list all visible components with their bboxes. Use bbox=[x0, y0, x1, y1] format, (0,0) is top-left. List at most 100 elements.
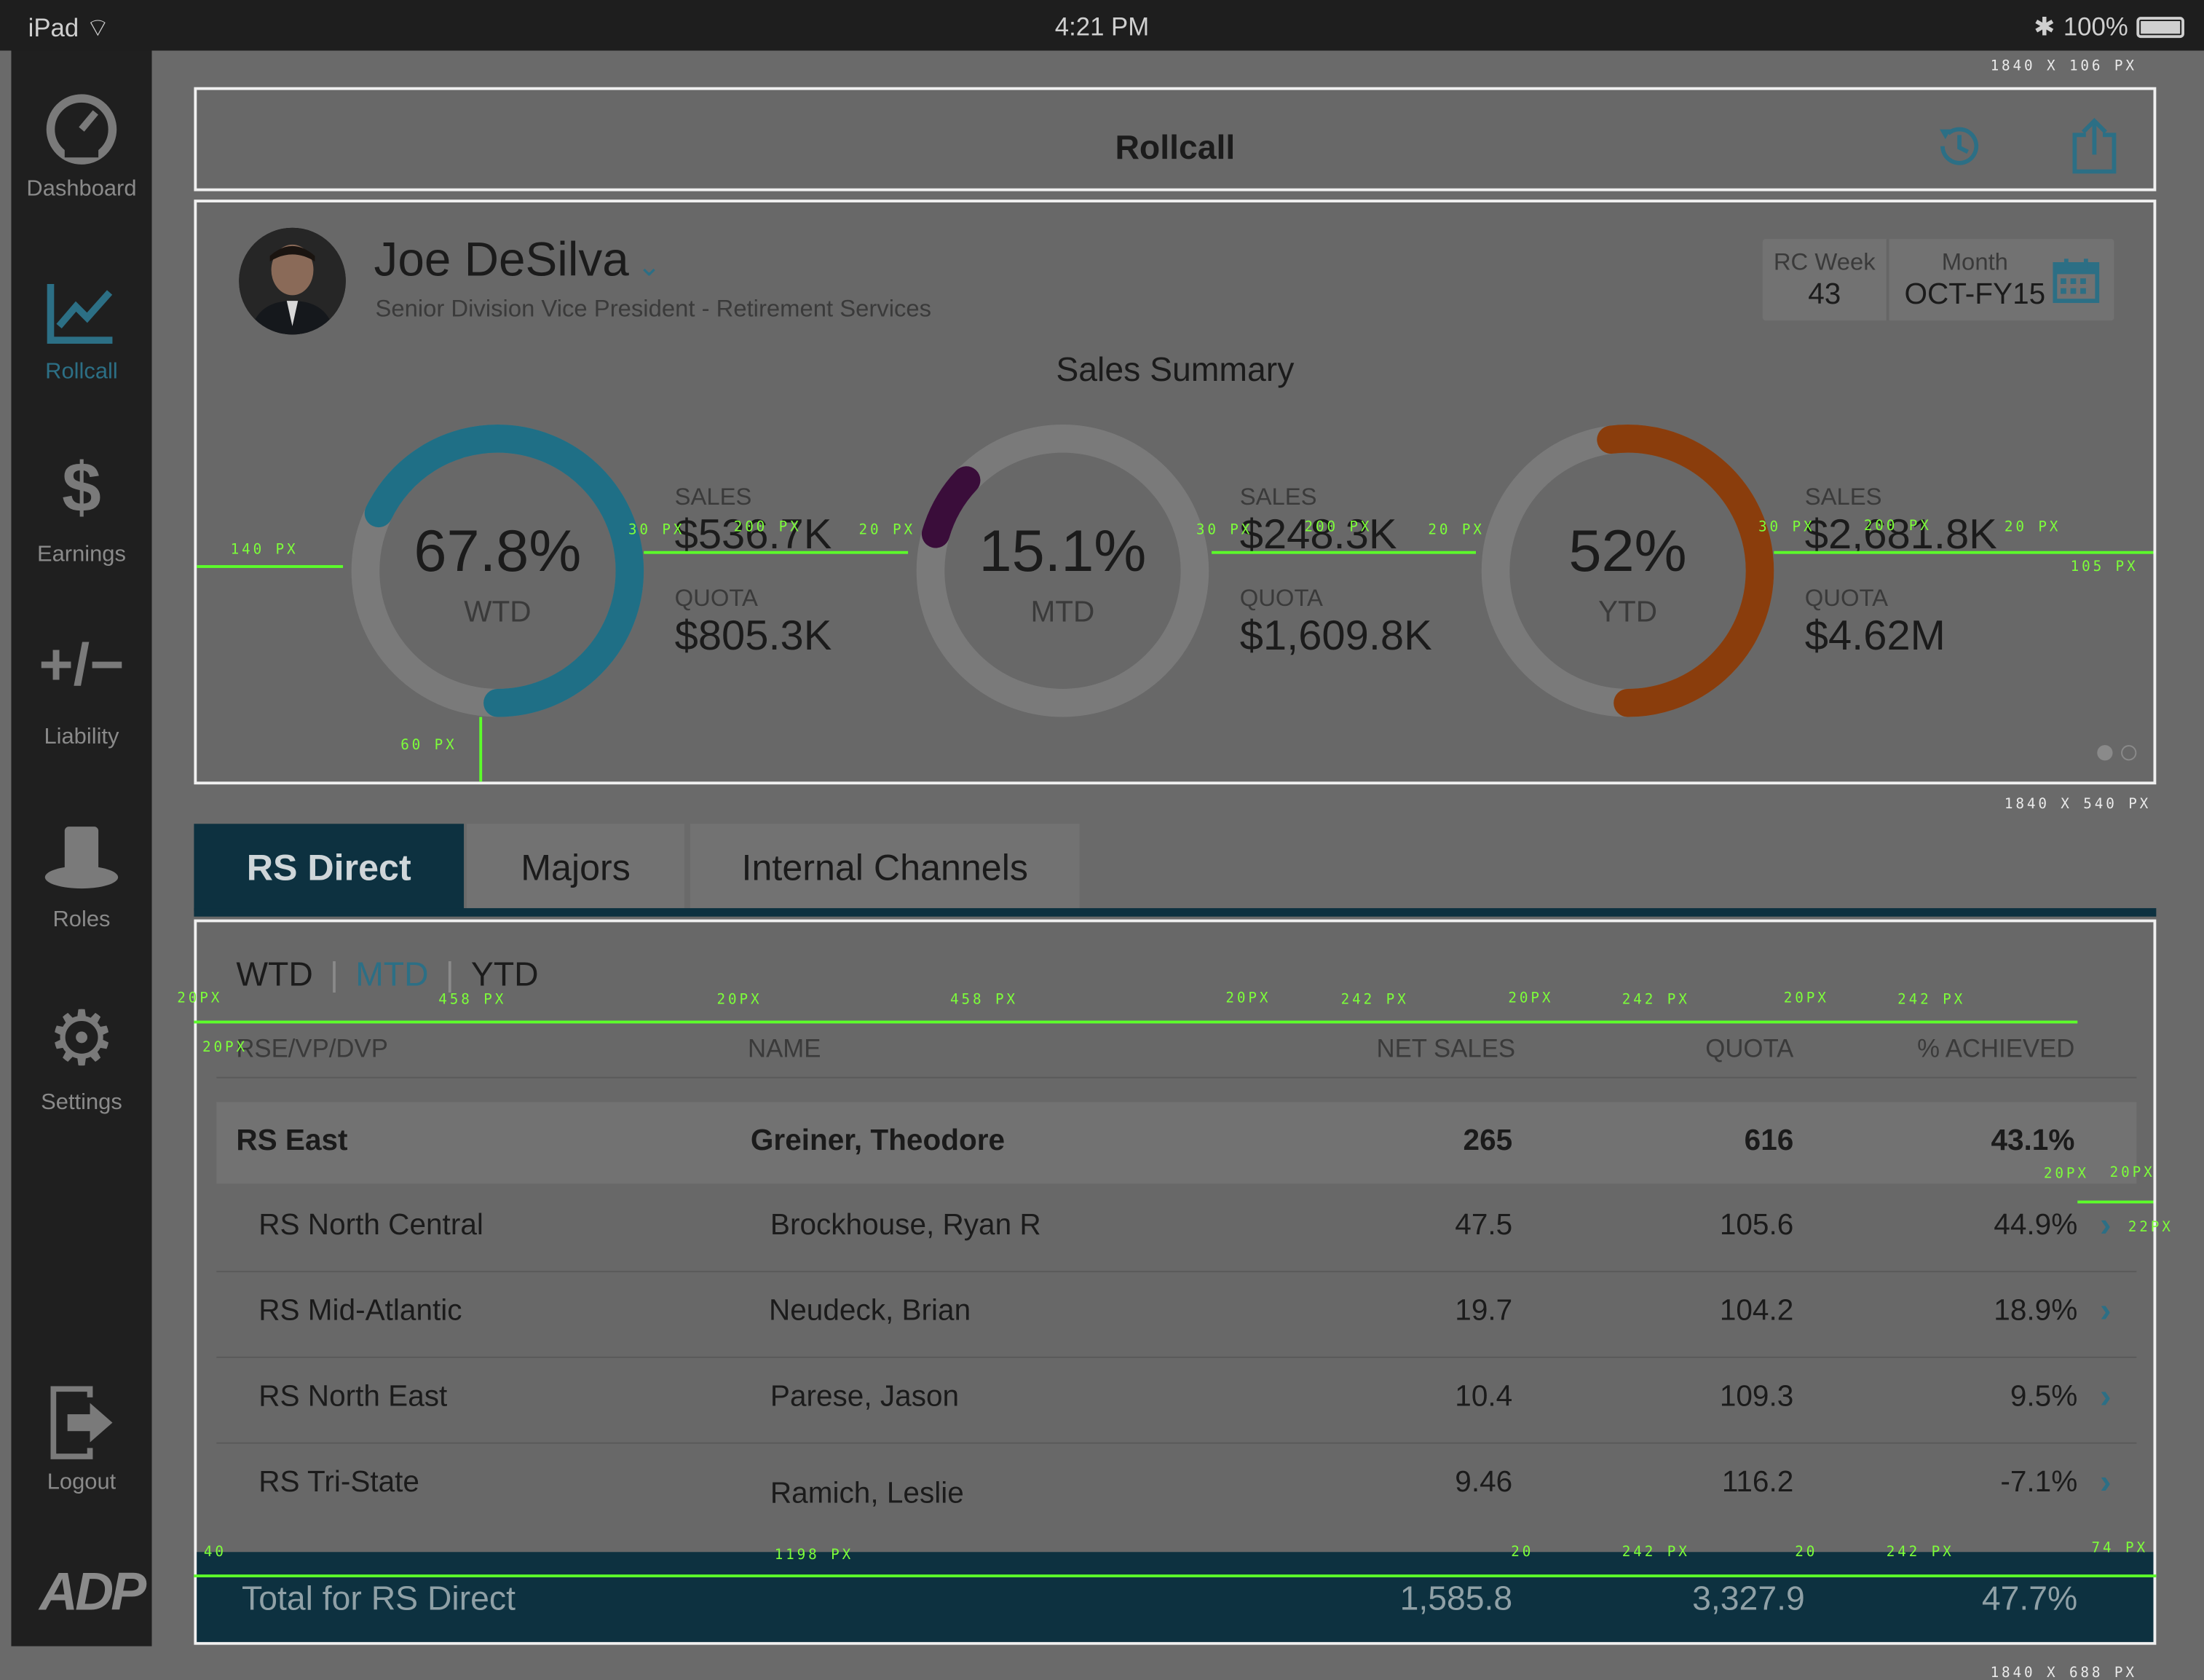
adp-logo: ADP bbox=[39, 1563, 146, 1622]
history-icon[interactable] bbox=[1934, 121, 1984, 171]
table-row[interactable]: RS Tri-State Ramich, Leslie 9.46 116.2 -… bbox=[216, 1444, 2136, 1526]
page-indicator[interactable] bbox=[2089, 742, 2137, 768]
period-mtd[interactable]: MTD bbox=[355, 956, 428, 994]
total-achieved: 47.7% bbox=[1981, 1580, 2078, 1618]
wtd-donut[interactable]: 67.8% WTD bbox=[343, 416, 652, 725]
ytd-donut[interactable]: 52% YTD bbox=[1473, 416, 1782, 725]
wtd-label: WTD bbox=[464, 596, 532, 628]
spec-measure: 1198 PX bbox=[774, 1547, 854, 1563]
spec-guide bbox=[644, 551, 909, 554]
chevron-right-icon[interactable]: › bbox=[2100, 1292, 2111, 1331]
battery-percent: 100% bbox=[2063, 12, 2128, 41]
cell-net-sales: 265 bbox=[1463, 1124, 1513, 1157]
table-row[interactable]: RS East Greiner, Theodore 265 616 43.1% bbox=[216, 1102, 2137, 1184]
spec-measure: 20PX bbox=[2109, 1165, 2155, 1181]
cell-achieved: -7.1% bbox=[2000, 1466, 2078, 1499]
page-title: Rollcall bbox=[1115, 129, 1236, 167]
cell-quota: 116.2 bbox=[1721, 1466, 1794, 1499]
ytd-stats: SALES $2,681.8K QUOTA $4.62M bbox=[1804, 484, 1997, 660]
spec-measure: 60 PX bbox=[400, 738, 457, 754]
spec-measure: 20PX bbox=[2043, 1167, 2089, 1183]
mtd-donut[interactable]: 15.1% MTD bbox=[908, 416, 1217, 725]
period-wtd[interactable]: WTD bbox=[236, 956, 313, 994]
spec-measure: 30 PX bbox=[1196, 523, 1253, 539]
spec-measure: 20 PX bbox=[1428, 523, 1485, 539]
tab-internal-channels[interactable]: Internal Channels bbox=[690, 824, 1080, 911]
cell-net-sales: 9.46 bbox=[1455, 1466, 1513, 1499]
share-icon[interactable] bbox=[2069, 115, 2120, 174]
spec-guide bbox=[1774, 551, 2154, 554]
cell-achieved: 43.1% bbox=[1991, 1124, 2075, 1157]
rc-week: RC Week 43 bbox=[1763, 239, 1889, 321]
spec-measure: 20PX bbox=[1783, 990, 1829, 1007]
mtd-quota: $1,609.8K bbox=[1239, 612, 1432, 660]
col-header-name[interactable]: NAME bbox=[748, 1035, 821, 1065]
clock: 4:21 PM bbox=[1054, 12, 1150, 41]
spec-measure: 242 PX bbox=[1886, 1545, 1954, 1561]
spec-measure: 20PX bbox=[177, 990, 223, 1007]
period-filter: WTD | MTD | YTD bbox=[236, 955, 539, 994]
spec-measure: 20 PX bbox=[858, 523, 915, 539]
nav-item-liability[interactable]: +/− Liability bbox=[11, 635, 151, 751]
col-header-net-sales[interactable]: NET SALES bbox=[1293, 1035, 1515, 1065]
user-title: Senior Division Vice President - Retirem… bbox=[375, 295, 932, 323]
sales-table-panel: WTD | MTD | YTD RSE/VP/DVP NAME NET SALES QU… bbox=[194, 919, 2157, 1645]
spec-measure: 30 PX bbox=[628, 523, 685, 539]
spec-guide bbox=[194, 1020, 2078, 1024]
nav-item-roles[interactable]: Roles bbox=[11, 819, 151, 934]
cell-region: RS North East bbox=[258, 1380, 448, 1413]
tab-rs-direct[interactable]: RS Direct bbox=[194, 824, 465, 911]
spec-measure: 20 PX bbox=[2004, 520, 2061, 536]
dollar-icon: $ bbox=[62, 448, 101, 527]
cell-quota: 104.2 bbox=[1719, 1294, 1794, 1328]
col-header-quota[interactable]: QUOTA bbox=[1603, 1035, 1793, 1065]
cell-region: RS Tri-State bbox=[258, 1466, 420, 1499]
nav-label: Settings bbox=[41, 1091, 122, 1115]
chevron-right-icon[interactable]: › bbox=[2100, 1206, 2111, 1245]
nav-item-dashboard[interactable]: Dashboard bbox=[11, 87, 151, 202]
nav-label: Logout bbox=[47, 1470, 116, 1495]
nav-item-earnings[interactable]: $ Earnings bbox=[11, 453, 151, 568]
cell-quota: 105.6 bbox=[1719, 1209, 1794, 1242]
cell-net-sales: 10.4 bbox=[1455, 1380, 1513, 1413]
calendar-icon[interactable] bbox=[2053, 256, 2101, 304]
period-ytd[interactable]: YTD bbox=[471, 956, 539, 994]
spec-measure: 242 PX bbox=[1622, 992, 1690, 1009]
table-row[interactable]: RS North Central Brockhouse, Ryan R 47.5… bbox=[216, 1186, 2136, 1268]
spec-measure: 22PX bbox=[2128, 1220, 2173, 1236]
nav-item-logout[interactable]: Logout bbox=[11, 1381, 151, 1496]
cell-quota: 109.3 bbox=[1719, 1380, 1794, 1413]
nav-label: Rollcall bbox=[45, 360, 118, 384]
spec-measure: 20PX bbox=[1508, 990, 1554, 1007]
month: Month OCT-FY15 bbox=[1904, 248, 2046, 311]
spec-measure: 242 PX bbox=[1622, 1545, 1690, 1561]
spec-measure: 20PX bbox=[1225, 990, 1271, 1007]
wtd-quota: $805.3K bbox=[674, 612, 832, 660]
cell-achieved: 44.9% bbox=[1994, 1209, 2078, 1242]
chevron-right-icon[interactable]: › bbox=[2100, 1378, 2111, 1417]
spec-measure: 200 PX bbox=[1304, 520, 1372, 536]
table-row[interactable]: RS North East Parese, Jason 10.4 109.3 9… bbox=[216, 1358, 2136, 1440]
nav-item-settings[interactable]: ⚙ Settings bbox=[11, 1001, 151, 1116]
cell-name: Greiner, Theodore bbox=[750, 1124, 1006, 1157]
col-header-achieved[interactable]: % ACHIEVED bbox=[1855, 1035, 2074, 1065]
tab-majors[interactable]: Majors bbox=[466, 824, 685, 911]
speedometer-icon bbox=[46, 94, 117, 165]
nav-label: Dashboard bbox=[26, 177, 137, 202]
table-row[interactable]: RS Mid-Atlantic Neudeck, Brian 19.7 104.… bbox=[216, 1272, 2136, 1354]
nav-rail: Dashboard Rollcall $ Earnings +/− Liabil… bbox=[11, 50, 152, 1647]
spec-measure: 458 PX bbox=[438, 992, 507, 1009]
spec-measure: 105 PX bbox=[2070, 559, 2138, 575]
period-picker[interactable]: RC Week 43 Month OCT-FY15 bbox=[1762, 239, 2114, 321]
gear-icon: ⚙ bbox=[47, 996, 116, 1081]
cell-net-sales: 47.5 bbox=[1455, 1209, 1513, 1242]
ipad-screen: iPad ⌔ 4:21 PM ✱ 100% Dashboard Rollcall… bbox=[0, 0, 2204, 1680]
chevron-right-icon[interactable]: › bbox=[2100, 1464, 2111, 1503]
col-header-rse[interactable]: RSE/VP/DVP bbox=[236, 1035, 388, 1065]
nav-label: Earnings bbox=[37, 543, 126, 567]
spec-header-size: 1840 X 106 PX bbox=[1990, 59, 2137, 75]
nav-item-rollcall[interactable]: Rollcall bbox=[11, 270, 151, 385]
battery-icon bbox=[2136, 17, 2184, 39]
spec-measure: 140 PX bbox=[230, 543, 299, 559]
user-name-selector[interactable]: Joe DeSilva ⌄ bbox=[374, 233, 661, 288]
